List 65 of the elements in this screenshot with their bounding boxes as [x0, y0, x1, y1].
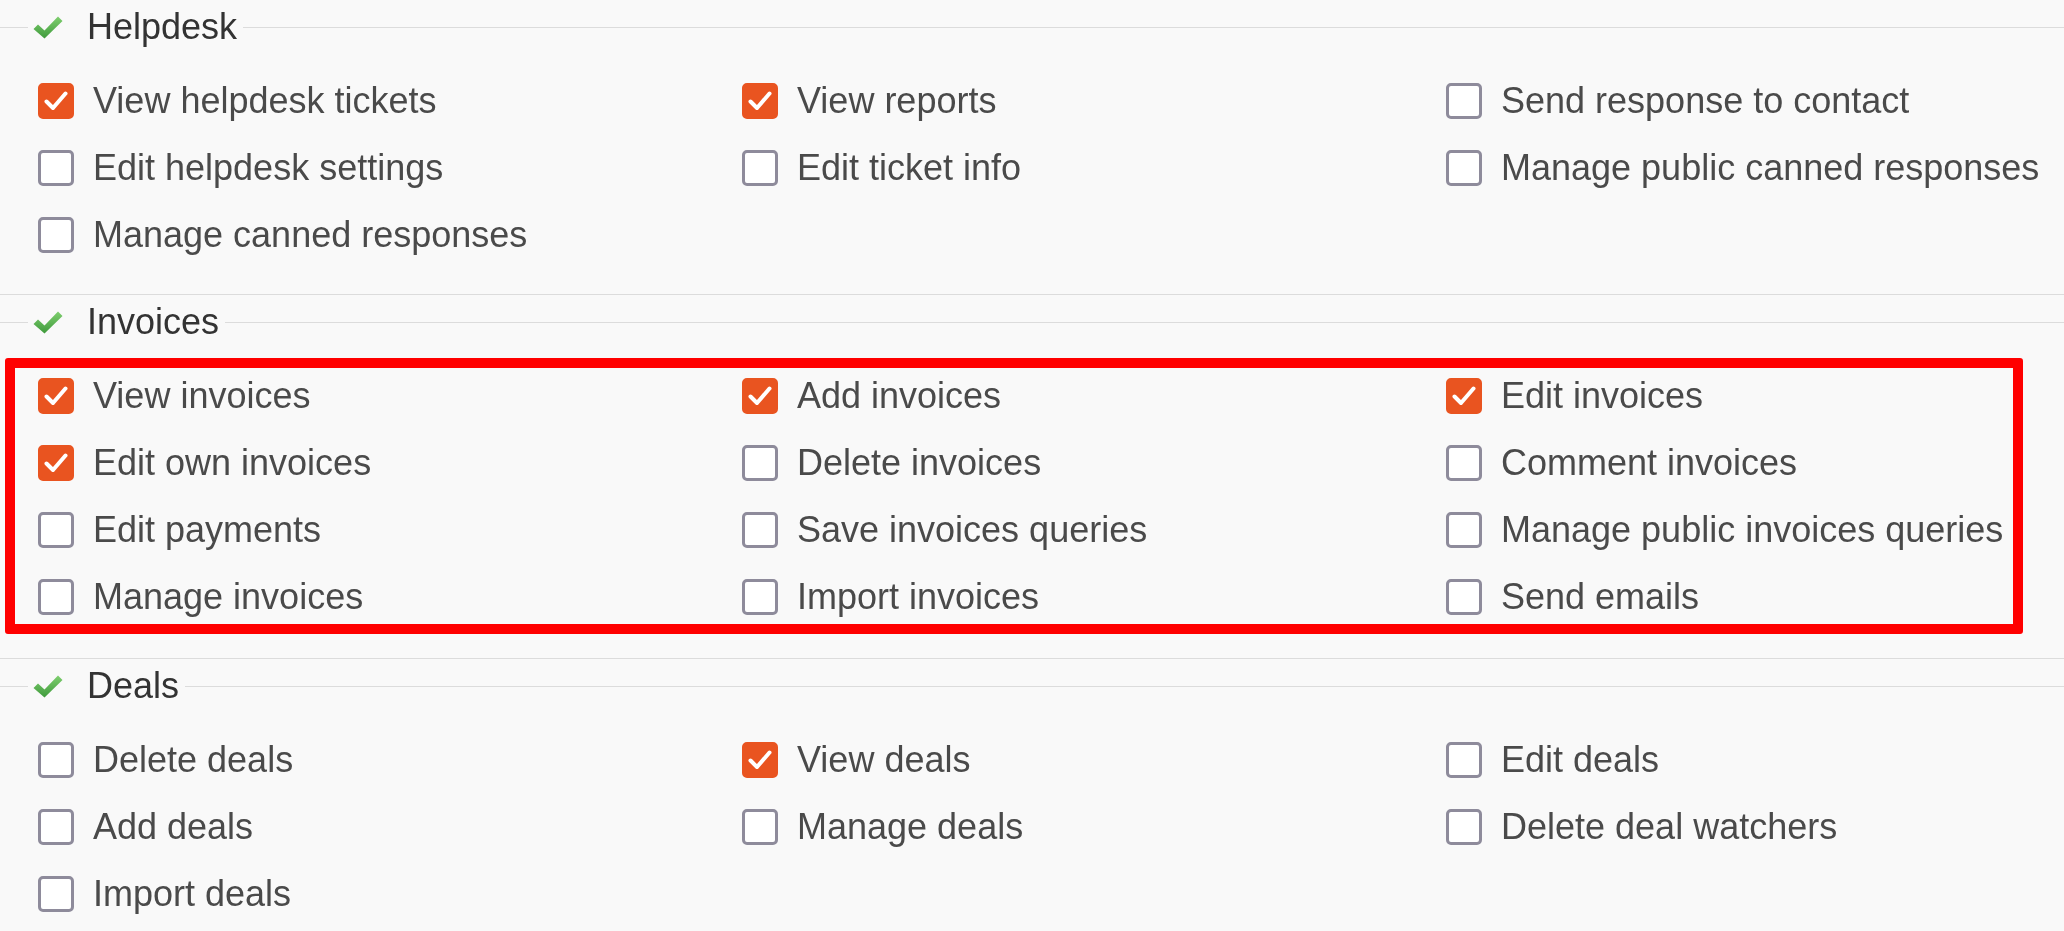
permission-label[interactable]: Add invoices	[797, 374, 1002, 417]
checkbox[interactable]	[742, 377, 778, 414]
section-title: Helpdesk	[87, 7, 238, 47]
permission-label[interactable]: Edit own invoices	[93, 441, 372, 484]
checkbox[interactable]	[1446, 149, 1482, 186]
permission-label[interactable]: Manage deals	[797, 805, 1024, 848]
permission-label[interactable]: Send emails	[1501, 575, 1700, 618]
section-title: Invoices	[87, 302, 220, 342]
checkmark-icon	[44, 385, 68, 406]
checkbox[interactable]	[38, 377, 74, 414]
permission-label[interactable]: Manage invoices	[93, 575, 364, 618]
checkbox[interactable]	[1446, 444, 1482, 481]
permission-label[interactable]: Save invoices queries	[797, 508, 1148, 551]
checkbox[interactable]	[742, 149, 778, 186]
checkbox[interactable]	[38, 875, 74, 912]
permission-label[interactable]: Delete invoices	[797, 441, 1042, 484]
checkmark-icon	[44, 90, 68, 111]
checkbox[interactable]	[38, 578, 74, 615]
permission-label[interactable]: Comment invoices	[1501, 441, 1798, 484]
checkbox[interactable]	[1446, 511, 1482, 548]
permission-label[interactable]: Manage canned responses	[93, 213, 528, 256]
permission-label[interactable]: Delete deals	[93, 738, 294, 781]
checkmark-icon	[748, 749, 772, 770]
checkbox[interactable]	[1446, 578, 1482, 615]
checkbox[interactable]	[38, 149, 74, 186]
checkmark-icon	[748, 385, 772, 406]
checkbox[interactable]	[742, 511, 778, 548]
checkbox[interactable]	[1446, 808, 1482, 845]
permission-label[interactable]: Delete deal watchers	[1501, 805, 1838, 848]
checkmark-icon	[748, 90, 772, 111]
checkmark-icon[interactable]	[33, 310, 63, 334]
checkbox[interactable]	[742, 808, 778, 845]
checkbox[interactable]	[742, 444, 778, 481]
permission-label[interactable]: Edit invoices	[1501, 374, 1704, 417]
permission-label[interactable]: Edit payments	[93, 508, 322, 551]
checkbox[interactable]	[742, 578, 778, 615]
section-title: Deals	[87, 666, 180, 706]
permission-label[interactable]: Import invoices	[797, 575, 1040, 618]
checkbox[interactable]	[1446, 741, 1482, 778]
permission-label[interactable]: View reports	[797, 79, 997, 122]
checkbox[interactable]	[1446, 82, 1482, 119]
permission-label[interactable]: Edit helpdesk settings	[93, 146, 444, 189]
checkbox[interactable]	[38, 216, 74, 253]
permission-label[interactable]: Manage public canned responses	[1501, 146, 2040, 189]
checkbox[interactable]	[38, 82, 74, 119]
permission-label[interactable]: Add deals	[93, 805, 254, 848]
permission-label[interactable]: Edit ticket info	[797, 146, 1022, 189]
permission-label[interactable]: Import deals	[93, 872, 292, 915]
checkbox[interactable]	[38, 511, 74, 548]
permission-label[interactable]: View helpdesk tickets	[93, 79, 437, 122]
checkmark-icon	[44, 452, 68, 473]
permission-label[interactable]: Edit deals	[1501, 738, 1660, 781]
checkbox[interactable]	[1446, 377, 1482, 414]
checkbox[interactable]	[742, 741, 778, 778]
checkbox[interactable]	[38, 808, 74, 845]
permission-label[interactable]: Manage public invoices queries	[1501, 508, 2004, 551]
permission-label[interactable]: Send response to contact	[1501, 79, 1910, 122]
checkmark-icon[interactable]	[33, 674, 63, 698]
checkmark-icon[interactable]	[33, 15, 63, 39]
permission-label[interactable]: View invoices	[93, 374, 311, 417]
checkbox[interactable]	[38, 444, 74, 481]
checkbox[interactable]	[38, 741, 74, 778]
checkmark-icon	[1452, 385, 1476, 406]
permission-label[interactable]: View deals	[797, 738, 971, 781]
checkbox[interactable]	[742, 82, 778, 119]
